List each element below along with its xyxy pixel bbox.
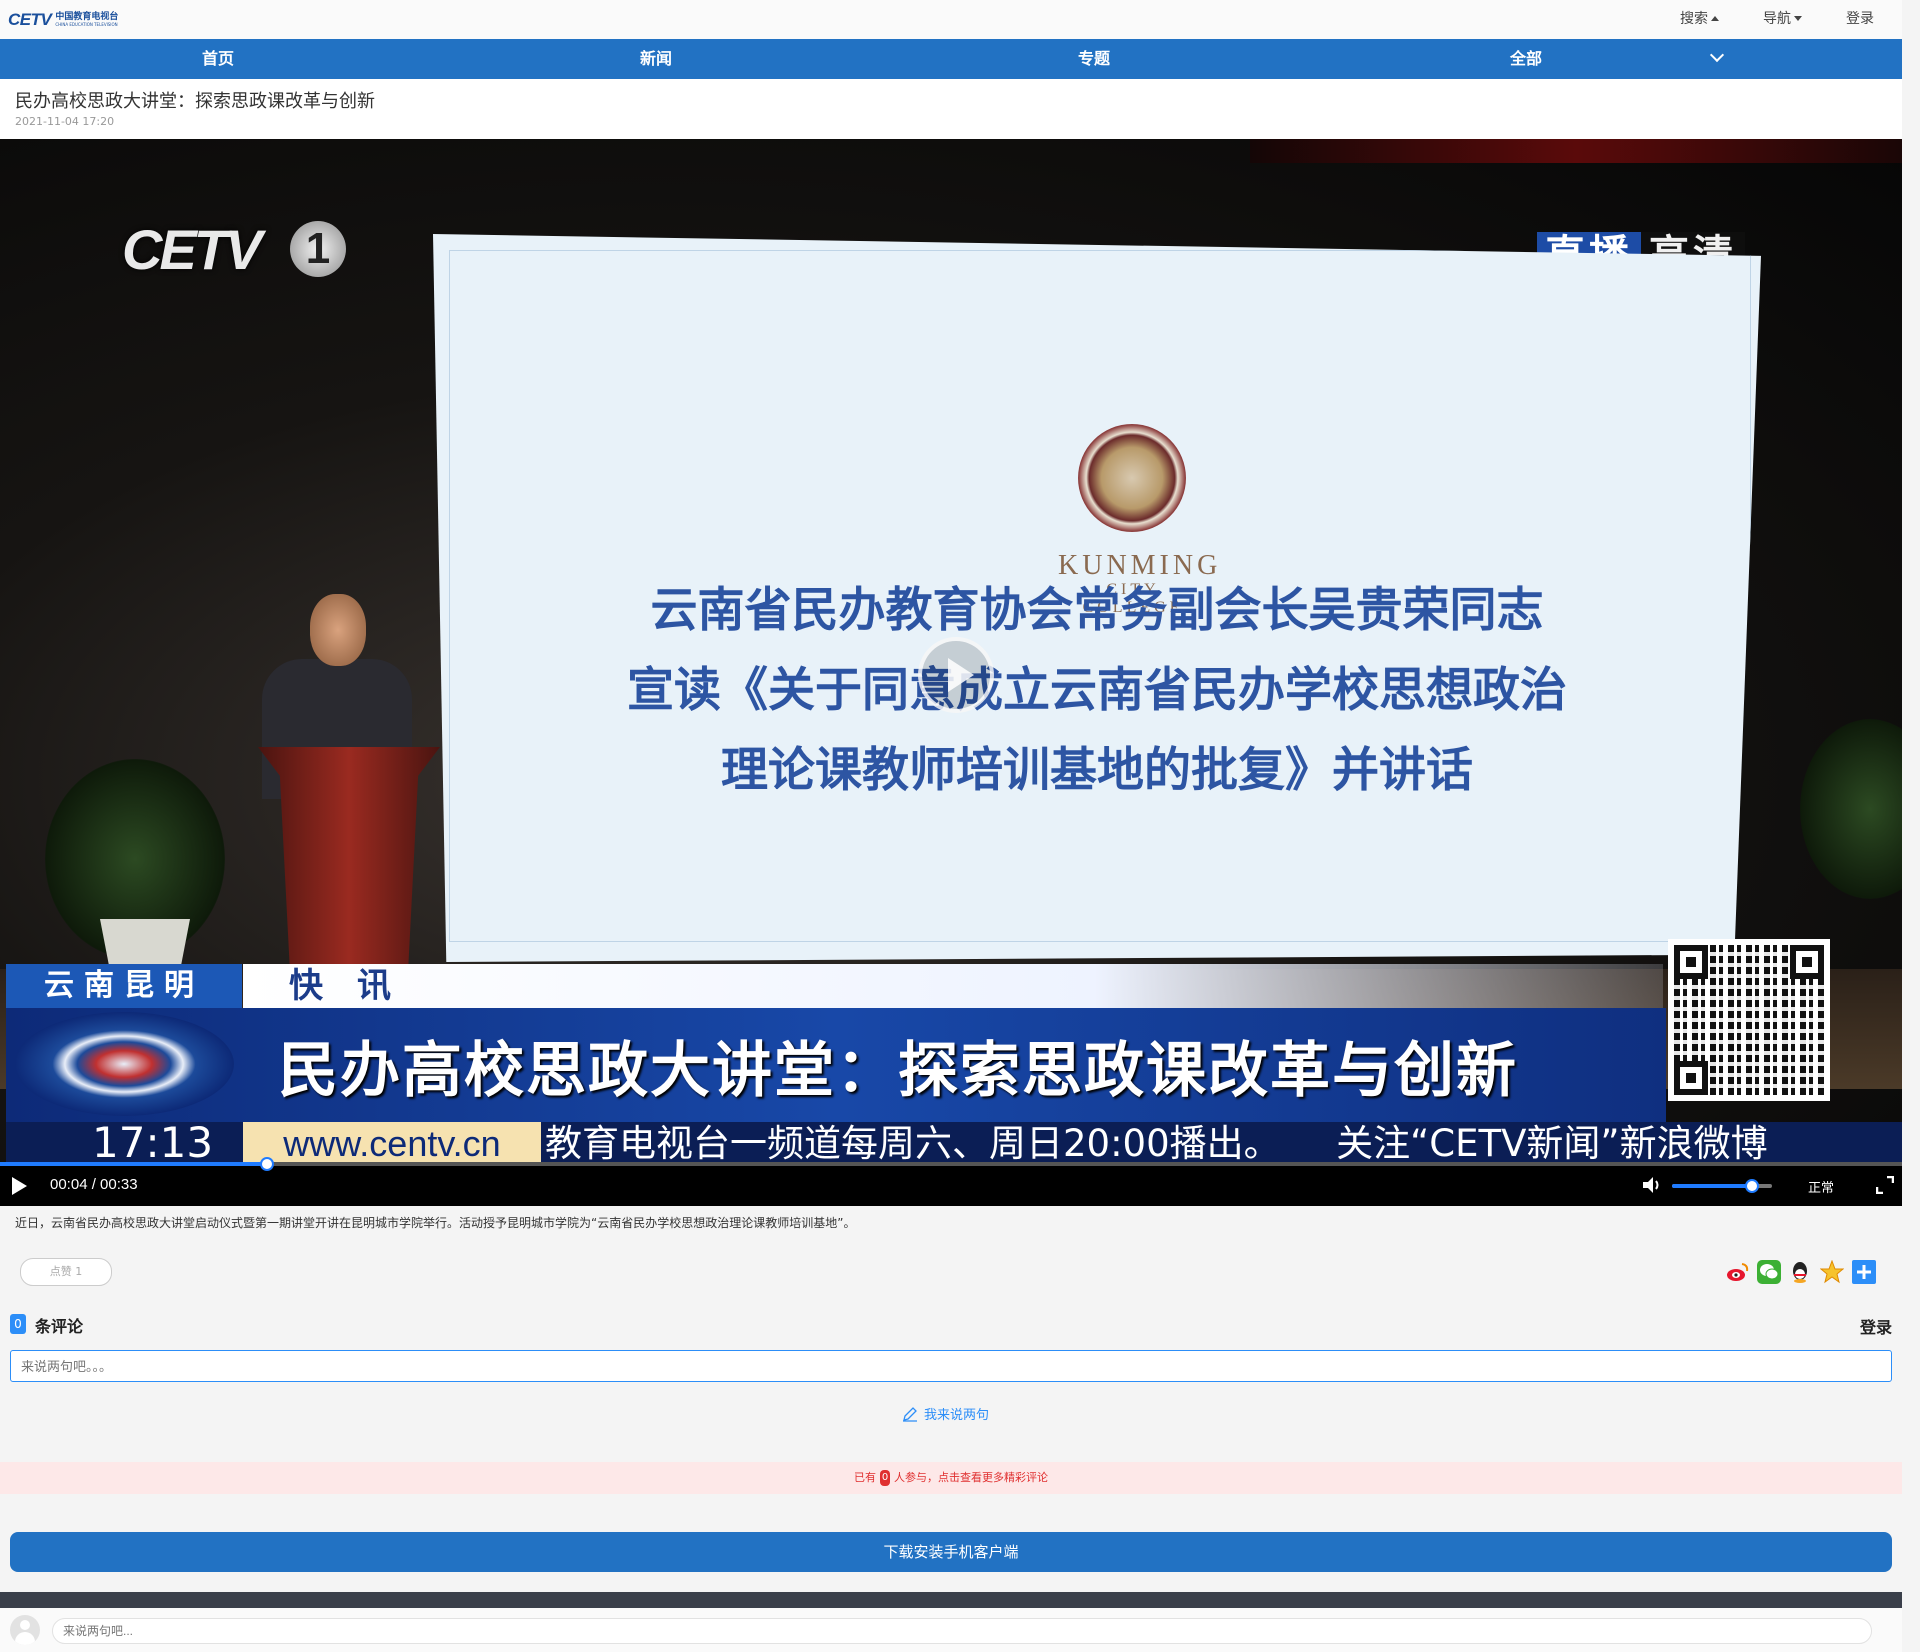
screen-line-1: 云南省民办教育协会常务副会长吴贵荣同志 [650,583,1544,638]
logo-mark: CETV [8,10,52,29]
scrollbar[interactable] [1904,0,1920,1652]
search-menu[interactable]: 搜索 [1680,8,1719,28]
nav-item-news[interactable]: 新闻 [640,39,672,79]
time-display: 00:04 / 00:33 [50,1176,138,1193]
caret-up-icon [1711,15,1719,21]
volume-handle[interactable] [1745,1179,1759,1193]
xinhua-emblem-icon [14,1012,234,1116]
main-nav: 首页 新闻 专题 全部 [0,39,1902,79]
stage-banner [1250,139,1902,163]
nav-item-all[interactable]: 全部 [1510,39,1542,79]
news-flash-label: 快讯 [243,964,1663,1008]
publish-date: 2021-11-04 17:20 [15,115,115,128]
login-label: 登录 [1846,11,1874,27]
bottom-comment-input[interactable] [52,1618,1872,1644]
progress-handle[interactable] [260,1157,274,1171]
broadcast-clock: 17:13 [92,1118,214,1167]
like-button[interactable]: 点赞 1 [20,1258,112,1286]
login-link[interactable]: 登录 [1846,8,1874,28]
progress-track[interactable] [0,1162,1902,1166]
bottom-divider [0,1592,1902,1608]
comment-login-link[interactable]: 登录 [1860,1314,1892,1338]
participation-count: 0 [880,1470,890,1486]
caret-down-icon [1794,15,1802,21]
chevron-down-icon[interactable] [1709,47,1725,63]
channel-url: www.centv.cn [243,1122,541,1166]
channel-logo: CETV [122,218,262,281]
comment-input[interactable] [10,1350,1892,1382]
participation-suffix: 人参与，点击查看更多精彩评论 [894,1471,1048,1484]
logo-en: CHINA EDUCATION TELEVISION [55,22,118,27]
page-title: 民办高校思政大讲堂：探索思政课改革与创新 [15,91,375,112]
pencil-icon [903,1406,917,1422]
nav-menu[interactable]: 导航 [1763,8,1802,28]
more-share-icon[interactable] [1852,1260,1876,1284]
speaker-head [310,594,366,666]
nav-item-topics[interactable]: 专题 [1078,39,1110,79]
qr-code-icon [1668,939,1830,1101]
play-icon[interactable] [12,1177,27,1195]
top-bar [0,0,1902,39]
projection-screen: KUNMING CITY COLLEGE 云南省民办教育协会常务副会长吴贵荣同志… [433,234,1761,962]
video-headline: 民办高校思政大讲堂：探索思政课改革与创新 [278,1036,1518,1106]
participation-banner[interactable]: 已有 0 人参与，点击查看更多精彩评论 [0,1462,1902,1494]
screen-line-2: 宣读《关于同意成立云南省民办学校思想政治 [627,663,1567,718]
nav-item-home[interactable]: 首页 [202,39,234,79]
playback-speed[interactable]: 正常 [1808,1177,1834,1196]
avatar[interactable] [10,1615,40,1645]
fullscreen-icon[interactable] [1876,1176,1894,1194]
comment-count-label: 条评论 [35,1317,84,1336]
comment-count-badge: 0 [10,1314,26,1334]
volume-fill [1672,1184,1752,1188]
participation-prefix: 已有 [854,1471,876,1484]
video-summary: 近日，云南省民办高校思政大讲堂启动仪式暨第一期讲堂开讲在昆明城市学院举行。活动授… [15,1216,856,1230]
download-app-button[interactable]: 下载安装手机客户端 [10,1532,1892,1572]
screen-line-3: 理论课教师培训基地的批复》并讲话 [721,743,1473,798]
logo-cn: 中国教育电视台 [55,12,119,22]
search-label: 搜索 [1680,11,1708,27]
site-logo[interactable]: CETV 中国教育电视台 CHINA EDUCATION TELEVISION [8,10,118,30]
progress-fill [0,1162,266,1166]
college-seal-icon [1078,424,1186,532]
weibo-icon[interactable] [1726,1260,1750,1284]
qzone-icon[interactable] [1820,1260,1844,1284]
write-comment-button[interactable]: 我来说两句 [902,1404,989,1423]
video-player[interactable]: CETV 1 直播 高清 KUNMING CITY COLLEGE 云南省民办教… [0,139,1902,1205]
play-overlay-icon[interactable] [918,637,994,713]
wechat-icon[interactable] [1757,1260,1781,1284]
write-comment-label: 我来说两句 [924,1408,990,1423]
qq-icon[interactable] [1788,1260,1812,1284]
channel-number: 1 [290,221,346,277]
volume-icon[interactable] [1642,1176,1662,1194]
location-tag: 云南昆明 [6,964,242,1008]
ticker-text: 教育电视台一频道每周六、周日20:00播出。 关注“CETV新闻”新浪微博 [545,1122,1768,1165]
nav-label: 导航 [1763,11,1791,27]
video-controls [0,1165,1902,1206]
